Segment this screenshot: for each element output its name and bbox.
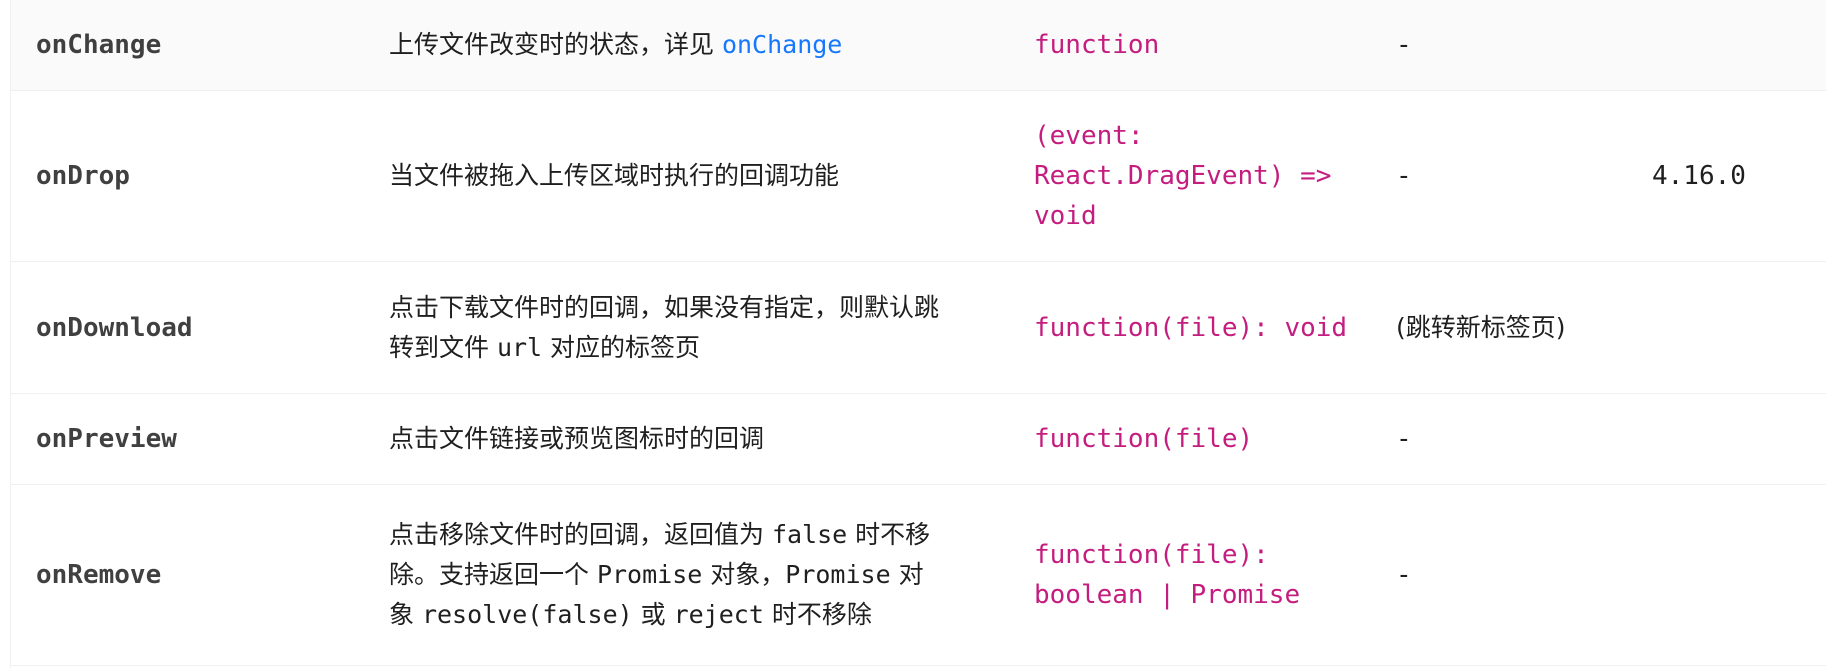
property-description: 上传文件改变时的状态，详见 onChange [389,0,1034,91]
inline-code: reject [673,600,764,629]
type-line: React.DragEvent) => [1034,161,1332,191]
property-default: - [1396,90,1632,262]
description-text: 象 [389,600,422,629]
description-text: 转到文件 [389,332,497,362]
property-name: onPreview [11,393,389,485]
description-text: 或 [632,600,674,629]
table-row-onchange: onChange 上传文件改变时的状态，详见 onChange function… [11,0,1826,91]
description-text: 上传文件改变时的状态，详见 [389,30,722,59]
property-description: 点击下载文件时的回调，如果没有指定，则默认跳 转到文件 url 对应的标签页 [389,261,1034,394]
table-row-onpreview: onPreview 点击文件链接或预览图标时的回调 function(file)… [11,393,1826,485]
type-line: boolean | Promise [1034,580,1301,610]
property-type: function(file) [1034,393,1396,485]
description-line: 点击移除文件时的回调，返回值为 false 时不移 [389,515,984,555]
property-name: onChange [11,0,389,91]
default-text: (跳转新标签页) [1396,312,1566,342]
property-name: onDrop [11,90,389,262]
property-default: - [1396,393,1632,485]
inline-code: url [496,332,543,362]
property-type: (event: React.DragEvent) => void [1034,90,1396,262]
property-default: - [1396,484,1632,666]
api-table-container: onChange 上传文件改变时的状态，详见 onChange function… [10,0,1826,668]
property-description: 当文件被拖入上传区域时执行的回调功能 [389,90,1034,262]
property-default: (跳转新标签页) [1396,261,1632,394]
property-description: 点击移除文件时的回调，返回值为 false 时不移 除。支持返回一个 Promi… [389,484,1034,666]
description-line: 象 resolve(false) 或 reject 时不移除 [389,595,984,635]
property-description: 点击文件链接或预览图标时的回调 [389,393,1034,485]
property-version [1632,261,1826,394]
description-line: 点击下载文件时的回调，如果没有指定，则默认跳 [389,292,940,322]
property-name: onRemove [11,484,389,666]
table-row-ondownload: onDownload 点击下载文件时的回调，如果没有指定，则默认跳 转到文件 u… [11,261,1826,394]
property-version [1632,484,1826,666]
description-text: 时不移除 [763,600,872,629]
property-type: function(file): boolean | Promise [1034,484,1396,666]
description-text: 时不移 [847,520,931,549]
inline-code: false [771,520,848,549]
property-version [1632,0,1826,91]
property-default: - [1396,0,1632,91]
property-version: 4.16.0 [1632,90,1826,262]
description-text: 对 [890,560,924,589]
description-text: 除。支持返回一个 [389,560,597,589]
description-text: 对象， [702,560,786,589]
property-name: onDownload [11,261,389,394]
onchange-doc-link[interactable]: onChange [722,30,842,59]
table-row-onremove: onRemove 点击移除文件时的回调，返回值为 false 时不移 除。支持返… [11,484,1826,666]
description-text: 点击移除文件时的回调，返回值为 [389,520,772,549]
description-text: 对应的标签页 [542,332,701,362]
inline-code: Promise [785,560,891,589]
table-row-ondrop: onDrop 当文件被拖入上传区域时执行的回调功能 (event: React.… [11,90,1826,262]
inline-code: resolve(false) [421,600,633,629]
inline-code: Promise [596,560,703,589]
description-line: 转到文件 url 对应的标签页 [389,328,984,368]
property-version [1632,393,1826,485]
type-line: (event: [1034,121,1144,151]
property-type: function(file): void [1034,261,1396,394]
type-line: void [1034,201,1097,231]
description-line: 除。支持返回一个 Promise 对象，Promise 对 [389,555,984,595]
property-type: function [1034,0,1396,91]
type-line: function(file): [1034,540,1269,570]
api-table: onChange 上传文件改变时的状态，详见 onChange function… [11,0,1826,666]
